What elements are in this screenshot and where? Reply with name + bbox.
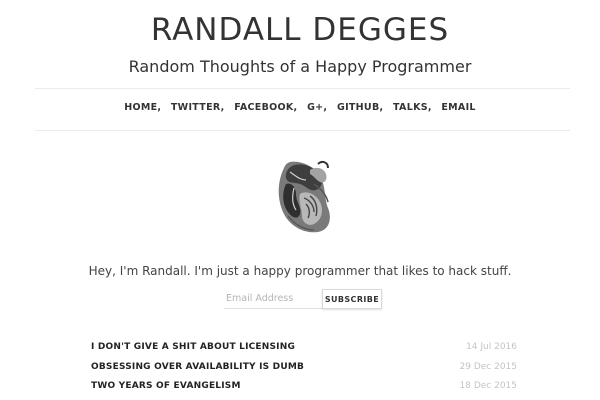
nav-facebook-link[interactable]: FACEBOOK, [234, 102, 297, 113]
nav-talks-link[interactable]: TALKS, [393, 102, 432, 113]
intro-text: Hey, I'm Randall. I'm just a happy progr… [88, 264, 512, 278]
header-divider-top [35, 88, 570, 89]
nav-home-link[interactable]: HOME, [124, 102, 161, 113]
site-tagline: Random Thoughts of a Happy Programmer [128, 57, 472, 76]
nav-twitter-link[interactable]: TWITTER, [171, 102, 225, 113]
nav-github-link[interactable]: GITHUB, [337, 102, 383, 113]
nav-email-link[interactable]: EMAIL [441, 102, 475, 113]
sketch-avatar-icon [278, 160, 330, 233]
post-date: 18 Dec 2015 [459, 381, 518, 391]
post-date: 14 Jul 2016 [466, 342, 517, 352]
main-nav: HOME, TWITTER, FACEBOOK, G+, GITHUB, TAL… [0, 100, 600, 116]
post-list-item: I DON'T GIVE A SHIT ABOUT LICENSING 14 J… [91, 340, 517, 360]
post-list: I DON'T GIVE A SHIT ABOUT LICENSING 14 J… [91, 340, 517, 399]
nav-gplus-link[interactable]: G+, [307, 102, 327, 113]
post-title-link[interactable]: I DON'T GIVE A SHIT ABOUT LICENSING [91, 340, 295, 354]
header-divider-bottom [35, 130, 570, 131]
subscribe-button[interactable]: SUBSCRIBE [322, 289, 382, 309]
subscribe-form: SUBSCRIBE [224, 289, 384, 310]
post-date: 29 Dec 2015 [459, 361, 518, 372]
post-title-link[interactable]: TWO YEARS OF EVANGELISM [91, 379, 241, 393]
post-title-link[interactable]: OBSESSING OVER AVAILABILITY IS DUMB [91, 360, 304, 374]
post-list-item: TWO YEARS OF EVANGELISM 18 Dec 2015 [91, 379, 517, 399]
email-input[interactable] [224, 289, 322, 309]
page: RANDALL DEGGES Random Thoughts of a Happ… [0, 0, 600, 400]
post-list-item: OBSESSING OVER AVAILABILITY IS DUMB 29 D… [91, 360, 517, 380]
site-title[interactable]: RANDALL DEGGES [0, 10, 600, 50]
